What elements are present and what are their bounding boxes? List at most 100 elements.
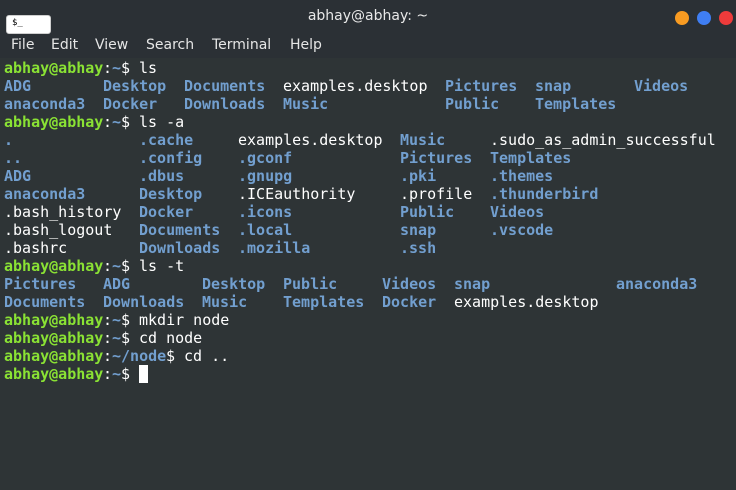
text-cursor[interactable]: [139, 365, 148, 383]
prompt-colon: :: [103, 329, 113, 347]
dir-entry: .themes: [490, 167, 554, 185]
command-line: abhay@abhay : ~ $ mkdir node: [4, 311, 229, 329]
file-entry: examples.desktop: [454, 293, 599, 311]
prompt-user-host: abhay@abhay: [4, 329, 104, 347]
prompt-path: ~: [112, 59, 122, 77]
file-entry: examples.desktop: [283, 77, 428, 95]
dir-entry: Templates: [283, 293, 365, 311]
dir-entry: Docker: [382, 293, 437, 311]
prompt-path: ~: [112, 311, 122, 329]
dir-entry: Pictures: [4, 275, 77, 293]
file-entry: .ICEauthority: [238, 185, 356, 203]
prompt-colon: :: [103, 59, 113, 77]
dir-entry: snap: [535, 77, 572, 95]
command-text: ls: [139, 59, 158, 77]
output-line: Documents Downloads Music Templates Dock…: [4, 293, 599, 311]
prompt-symbol: $: [121, 329, 140, 347]
menu-help[interactable]: Help: [290, 37, 322, 53]
output-line: Pictures ADG Desktop Public Videos snap …: [4, 275, 697, 293]
file-entry: .bash_history: [4, 203, 122, 221]
prompt-symbol: $: [166, 347, 185, 365]
dir-entry: Desktop: [103, 77, 167, 95]
command-text: ls -a: [139, 113, 185, 131]
dir-entry: anaconda3: [4, 185, 86, 203]
output-line: .bash_history Docker .icons Public Video…: [4, 203, 544, 221]
prompt-user-host: abhay@abhay: [4, 257, 104, 275]
prompt-path: ~: [112, 329, 122, 347]
file-entry: .bash_logout: [4, 221, 113, 239]
dir-entry: Templates: [535, 95, 617, 113]
prompt-symbol: $: [121, 113, 140, 131]
terminal-output[interactable]: abhay@abhay : ~ $ ls ADG Desktop Documen…: [0, 58, 736, 490]
dir-entry: .ssh: [400, 239, 437, 257]
dir-entry: Music: [400, 131, 446, 149]
command-line: abhay@abhay : ~ $ cd node: [4, 329, 202, 347]
dir-entry: Documents: [4, 293, 86, 311]
prompt-symbol: $: [121, 311, 140, 329]
prompt-colon: :: [103, 347, 113, 365]
prompt-colon: :: [103, 311, 113, 329]
title-bar[interactable]: $_ abhay@abhay: ~: [0, 0, 736, 36]
output-line: .bashrc Downloads .mozilla .ssh: [4, 239, 436, 257]
prompt-user-host: abhay@abhay: [4, 365, 104, 383]
prompt-colon: :: [103, 113, 113, 131]
dir-entry: Pictures: [400, 149, 473, 167]
menu-view[interactable]: View: [95, 37, 128, 53]
dir-entry: Videos: [634, 77, 689, 95]
menu-edit[interactable]: Edit: [51, 37, 78, 53]
command-text: cd ..: [184, 347, 230, 365]
prompt-user-host: abhay@abhay: [4, 59, 104, 77]
prompt-path: ~: [112, 365, 122, 383]
output-line: . .cache examples.desktop Music .sudo_as…: [4, 131, 716, 149]
active-prompt-line: abhay@abhay : ~ $: [4, 365, 148, 383]
command-line: abhay@abhay : ~ $ ls: [4, 59, 157, 77]
minimize-button[interactable]: [675, 11, 689, 25]
dir-entry: Documents: [184, 77, 266, 95]
dir-entry: Music: [202, 293, 248, 311]
dir-entry: .mozilla: [238, 239, 311, 257]
menu-terminal[interactable]: Terminal: [212, 37, 271, 53]
output-line: ADG Desktop Documents examples.desktop P…: [4, 77, 688, 95]
command-text: cd node: [139, 329, 203, 347]
prompt-colon: :: [103, 257, 113, 275]
dir-entry: Downloads: [103, 293, 185, 311]
dir-entry: ..: [4, 149, 23, 167]
prompt-symbol: $: [121, 365, 140, 383]
terminal-window: $_ abhay@abhay: ~ File Edit View Search …: [0, 0, 736, 490]
dir-entry: anaconda3: [616, 275, 698, 293]
dir-entry: .config: [139, 149, 203, 167]
dir-entry: .cache: [139, 131, 194, 149]
output-line: anaconda3 Desktop .ICEauthority .profile…: [4, 185, 598, 203]
dir-entry: .pki: [400, 167, 437, 185]
dir-entry: .vscode: [490, 221, 554, 239]
file-entry: .sudo_as_admin_successful: [490, 131, 716, 149]
prompt-symbol: $: [121, 59, 140, 77]
dir-entry: Documents: [139, 221, 221, 239]
dir-entry: snap: [400, 221, 437, 239]
prompt-path: ~: [112, 113, 122, 131]
dir-entry: Music: [283, 95, 329, 113]
dir-entry: Videos: [382, 275, 437, 293]
dir-entry: anaconda3: [4, 95, 86, 113]
dir-entry: .local: [238, 221, 293, 239]
dir-entry: Desktop: [139, 185, 203, 203]
dir-entry: Docker: [139, 203, 194, 221]
dir-entry: .icons: [238, 203, 293, 221]
output-line: ADG .dbus .gnupg .pki .themes: [4, 167, 553, 185]
dir-entry: Desktop: [202, 275, 266, 293]
dir-entry: Downloads: [139, 239, 221, 257]
maximize-button[interactable]: [697, 11, 711, 25]
file-entry: examples.desktop: [238, 131, 383, 149]
menu-file[interactable]: File: [11, 37, 34, 53]
menu-search[interactable]: Search: [146, 37, 194, 53]
prompt-user-host: abhay@abhay: [4, 347, 104, 365]
dir-entry: Public: [283, 275, 338, 293]
dir-entry: .dbus: [139, 167, 185, 185]
prompt-user-host: abhay@abhay: [4, 311, 104, 329]
dir-entry: snap: [454, 275, 491, 293]
dir-entry: .: [4, 131, 14, 149]
close-button[interactable]: [719, 11, 733, 25]
dir-entry: Videos: [490, 203, 545, 221]
dir-entry: .gnupg: [238, 167, 293, 185]
dir-entry: .gconf: [238, 149, 293, 167]
